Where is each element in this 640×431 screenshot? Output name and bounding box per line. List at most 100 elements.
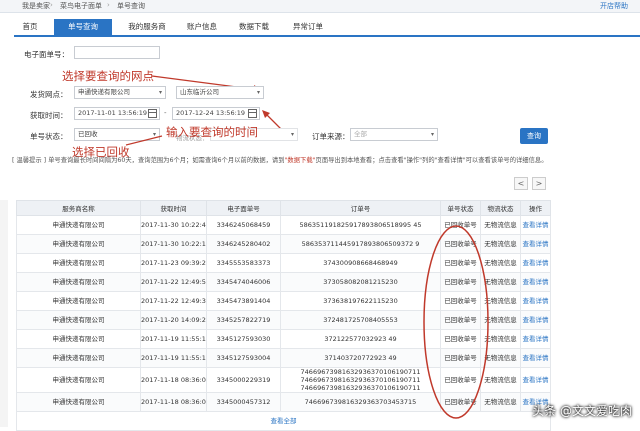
time-label: 获取时间： <box>30 111 68 120</box>
status-column-circle <box>423 225 489 419</box>
cell-waybill-number: 3345000457312 <box>206 392 281 412</box>
cell-provider: 申通快递有限公司 <box>16 348 141 368</box>
data-download-link[interactable]: "数据下载" <box>285 157 316 164</box>
tab-data-download[interactable]: 数据下载 <box>232 19 276 35</box>
cell-order-number: 372122577032923 49 <box>280 329 441 349</box>
col-waybill-number: 电子面单号 <box>206 200 281 216</box>
tab-abnormal-orders[interactable]: 异常订单 <box>284 19 332 35</box>
left-side-strip <box>0 200 8 427</box>
status-label: 单号状态： <box>30 132 68 141</box>
cell-order-number: 746696739816329363703453715 <box>280 392 441 412</box>
order-source-value: 全部 <box>354 130 367 138</box>
col-action: 操作 <box>520 200 551 216</box>
query-button[interactable]: 查询 <box>520 128 548 144</box>
tab-home[interactable]: 首页 <box>14 19 46 35</box>
status-value: 已回收 <box>78 130 98 138</box>
branch-label: 发货网点： <box>30 90 68 99</box>
breadcrumb-ewaybill[interactable]: 菜鸟电子面单 <box>60 1 102 11</box>
cell-waybill-number: 3345473891404 <box>206 291 281 311</box>
prev-page-button[interactable]: < <box>514 177 528 190</box>
tab-account-info[interactable]: 账户信息 <box>180 19 224 35</box>
tab-waybill-query[interactable]: 单号查询 <box>54 19 112 35</box>
cell-action[interactable]: 查看详情 <box>520 367 551 393</box>
cell-order-number: 373058082081215230 <box>280 272 441 292</box>
cell-provider: 申通快递有限公司 <box>16 272 141 292</box>
cell-provider: 申通快递有限公司 <box>16 392 141 412</box>
cell-action[interactable]: 查看详情 <box>520 348 551 368</box>
hint-prefix: [ 温馨提示 ] 单号查询最长时间间隔为60天，查询范围为6个月；如需查询6个月… <box>12 157 285 164</box>
col-provider: 服务商名称 <box>16 200 141 216</box>
cell-order-number: 371403720772923 49 <box>280 348 441 368</box>
cell-provider: 申通快递有限公司 <box>16 215 141 235</box>
help-link[interactable]: 开店帮助 <box>600 1 628 11</box>
cell-order-number: 374300908668468949 <box>280 253 441 273</box>
calendar-icon[interactable] <box>148 109 157 118</box>
hint-suffix: 页面导出到本地查看；点击查看"操作"列的"查看详情"可以查看该单号的详细信息。 <box>315 157 548 164</box>
time-end-input[interactable]: 2017-12-24 13:56:19 <box>172 107 260 120</box>
waybill-number-input[interactable] <box>74 46 160 59</box>
cell-action[interactable]: 查看详情 <box>520 310 551 330</box>
cell-waybill-number: 3345474046006 <box>206 272 281 292</box>
branch-city-select[interactable]: 山东临沂公司 ▾ <box>176 86 264 99</box>
cell-fetch-time: 2017-11-18 08:36:09 <box>140 367 207 393</box>
annotation-select-branch: 选择要查询的网点 <box>62 69 154 83</box>
annotation-enter-time: 输入要查询的时间 <box>166 125 258 139</box>
tab-my-providers[interactable]: 我的服务商 <box>118 19 176 35</box>
col-waybill-status: 单号状态 <box>440 200 481 216</box>
branch-company-select[interactable]: 申通快递有限公司 ▾ <box>74 86 166 99</box>
cell-fetch-time: 2017-11-22 12:49:36 <box>140 291 207 311</box>
cell-waybill-number: 3346245280402 <box>206 234 281 254</box>
cell-provider: 申通快递有限公司 <box>16 329 141 349</box>
cell-order-number: 74669673981632936370106190711 7466967398… <box>280 367 441 393</box>
cell-provider: 申通快递有限公司 <box>16 234 141 254</box>
cell-action[interactable]: 查看详情 <box>520 329 551 349</box>
cell-waybill-number: 3346245068459 <box>206 215 281 235</box>
cell-order-number: 586353711445917893806509372 9 <box>280 234 441 254</box>
cell-action[interactable]: 查看详情 <box>520 272 551 292</box>
col-order-number: 订单号 <box>280 200 441 216</box>
order-source-select[interactable]: 全部 ▾ <box>350 128 438 141</box>
cell-waybill-number: 3345000229319 <box>206 367 281 393</box>
cell-fetch-time: 2017-11-19 11:55:18 <box>140 329 207 349</box>
cell-provider: 申通快递有限公司 <box>16 367 141 393</box>
top-bar: 我是卖家 › 菜鸟电子面单 › 单号查询 开店帮助 <box>0 0 640 13</box>
time-start-value: 2017-11-01 13:56:19 <box>78 109 148 117</box>
breadcrumb-seller[interactable]: 我是卖家 <box>22 1 50 11</box>
next-page-button[interactable]: > <box>532 177 546 190</box>
cell-provider: 申通快递有限公司 <box>16 310 141 330</box>
cell-waybill-number: 3345553583373 <box>206 253 281 273</box>
chevron-down-icon: ▾ <box>430 131 434 138</box>
cell-fetch-time: 2017-11-19 11:55:18 <box>140 348 207 368</box>
cell-fetch-time: 2017-11-18 08:36:09 <box>140 392 207 412</box>
cell-action[interactable]: 查看详情 <box>520 253 551 273</box>
cell-fetch-time: 2017-11-20 14:09:20 <box>140 310 207 330</box>
breadcrumb-sep-2: › <box>107 1 110 9</box>
cell-fetch-time: 2017-11-30 10:22:10 <box>140 234 207 254</box>
order-source-label: 订单来源： <box>312 132 350 141</box>
cell-waybill-number: 3345127593030 <box>206 329 281 349</box>
cell-action[interactable]: 查看详情 <box>520 215 551 235</box>
breadcrumb-current: 单号查询 <box>117 2 145 10</box>
cell-action[interactable]: 查看详情 <box>520 291 551 311</box>
chevron-down-icon: ▾ <box>290 131 294 138</box>
cell-fetch-time: 2017-11-22 12:49:50 <box>140 272 207 292</box>
breadcrumb-sep-1: › <box>50 1 53 9</box>
main-tabs: 首页 单号查询 我的服务商 账户信息 数据下载 异常订单 <box>14 19 640 37</box>
hint-text: [ 温馨提示 ] 单号查询最长时间间隔为60天，查询范围为6个月；如需查询6个月… <box>12 156 552 165</box>
arrow-to-status <box>125 135 163 146</box>
cell-action[interactable]: 查看详情 <box>520 234 551 254</box>
cell-order-number: 586351191825917893806518995 45 <box>280 215 441 235</box>
cell-order-number: 372481725708405553 <box>280 310 441 330</box>
col-fetch-time: 获取时间 <box>140 200 207 216</box>
calendar-icon[interactable] <box>248 109 257 118</box>
table-header-row: 服务商名称 获取时间 电子面单号 订单号 单号状态 物流状态 操作 <box>16 200 551 216</box>
time-end-value: 2017-12-24 13:56:19 <box>176 109 246 117</box>
watermark: 头条 @文文爱吃肉 <box>532 404 632 418</box>
branch-city-value: 山东临沂公司 <box>180 88 219 96</box>
waybill-number-label: 电子面单号： <box>24 50 69 59</box>
cell-provider: 申通快递有限公司 <box>16 291 141 311</box>
col-logistics-status: 物流状态 <box>480 200 521 216</box>
time-start-input[interactable]: 2017-11-01 13:56:19 <box>74 107 160 120</box>
cell-fetch-time: 2017-11-30 10:22:48 <box>140 215 207 235</box>
chevron-down-icon: ▾ <box>256 89 260 96</box>
